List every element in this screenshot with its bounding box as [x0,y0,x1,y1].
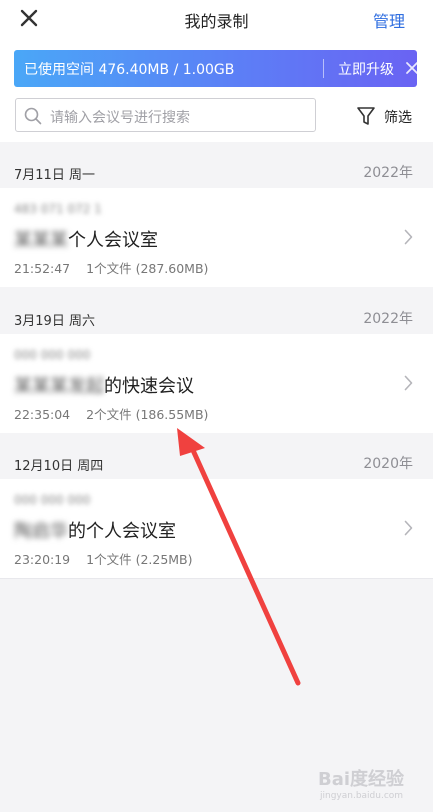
group-header: 3月19日 周六 2022年 [0,288,433,334]
recording-name: 某某某发起的快速会议 [14,372,194,398]
close-banner-icon[interactable] [405,61,419,75]
recording-name-text: 的快速会议 [104,376,194,397]
search-placeholder: 请输入会议号进行搜索 [50,110,190,126]
chevron-right-icon [404,520,413,536]
group-date: 3月19日 周六 [14,314,95,329]
recording-name: 某某某个人会议室 [14,226,158,252]
storage-usage-text: 已使用空间 476.40MB / 1.00GB [24,62,235,78]
watermark-sub: jingyan.baidu.com [320,791,404,801]
watermark-text: Bai度经验 [318,769,405,790]
chevron-right-icon [404,229,413,245]
list-bottom-divider [0,578,433,579]
storage-divider [323,59,324,78]
meeting-id: 000 000 000 [14,493,91,507]
header-bar: 我的录制 管理 [0,0,433,36]
meeting-id: 483 071 072 1 [14,202,102,216]
recording-meta: 22:35:04 2个文件 (186.55MB) [14,404,208,423]
upgrade-button[interactable]: 立即升级 [338,59,394,79]
filter-label: 筛选 [384,110,412,126]
chevron-right-icon [404,375,413,391]
recording-name-blurred: 陶启华 [14,521,68,542]
storage-banner: 已使用空间 476.40MB / 1.00GB 立即升级 [14,50,419,87]
recording-meta: 21:52:47 1个文件 (287.60MB) [14,258,208,277]
group-year: 2022年 [363,165,413,181]
recording-item[interactable]: 000 000 000 陶启华的个人会议室 23:20:19 1个文件 (2.25… [0,479,433,578]
recording-item[interactable]: 000 000 000 某某某发起的快速会议 22:35:04 2个文件 (186… [0,334,433,433]
meeting-id: 000 000 000 [14,348,91,362]
recording-name-text: 的个人会议室 [68,521,176,542]
recording-files: 1个文件 (2.25MB) [86,552,193,567]
search-icon [24,107,42,125]
group-header: 7月11日 周一 2022年 [0,142,433,188]
page-title: 我的录制 [184,12,249,31]
funnel-icon [357,107,375,125]
group-header: 12月10日 周四 2020年 [0,433,433,479]
group-date: 12月10日 周四 [14,459,104,474]
group-year: 2022年 [363,311,413,327]
recording-files: 2个文件 (186.55MB) [86,407,209,422]
watermark-logo: Bai度经验 jingyan.baidu.com [318,765,428,805]
recording-name: 陶启华的个人会议室 [14,517,176,543]
search-input[interactable]: 请输入会议号进行搜索 [15,98,316,132]
recording-name-blurred: 某某某 [14,230,68,251]
recording-name-text: 个人会议室 [68,230,158,251]
recording-time: 21:52:47 [14,261,71,276]
recording-time: 23:20:19 [14,552,71,567]
recording-files: 1个文件 (287.60MB) [86,261,209,276]
group-date: 7月11日 周一 [14,168,95,183]
recording-meta: 23:20:19 1个文件 (2.25MB) [14,549,193,568]
recording-time: 22:35:04 [14,407,71,422]
recording-item[interactable]: 483 071 072 1 某某某个人会议室 21:52:47 1个文件 (287… [0,188,433,287]
manage-button[interactable]: 管理 [373,8,405,32]
group-year: 2020年 [363,456,413,472]
recording-name-blurred: 某某某发起 [14,376,104,397]
